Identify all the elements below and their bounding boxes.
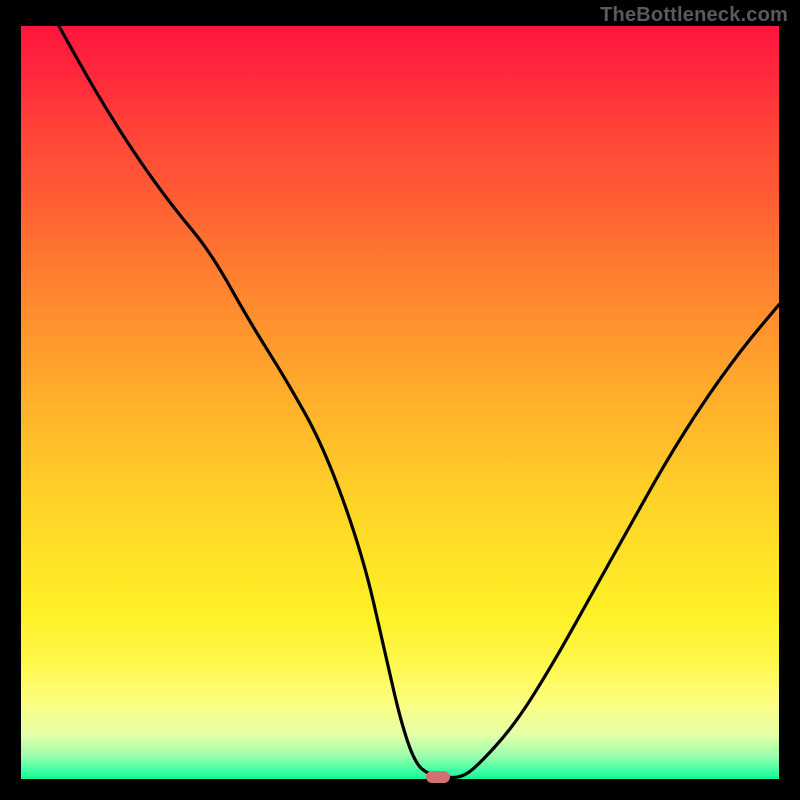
watermark-text: TheBottleneck.com — [600, 4, 788, 27]
optimal-marker — [426, 771, 450, 783]
plot-area — [21, 26, 779, 779]
chart-frame: TheBottleneck.com — [0, 0, 800, 800]
bottleneck-curve — [59, 26, 779, 777]
curve-svg — [21, 26, 779, 779]
